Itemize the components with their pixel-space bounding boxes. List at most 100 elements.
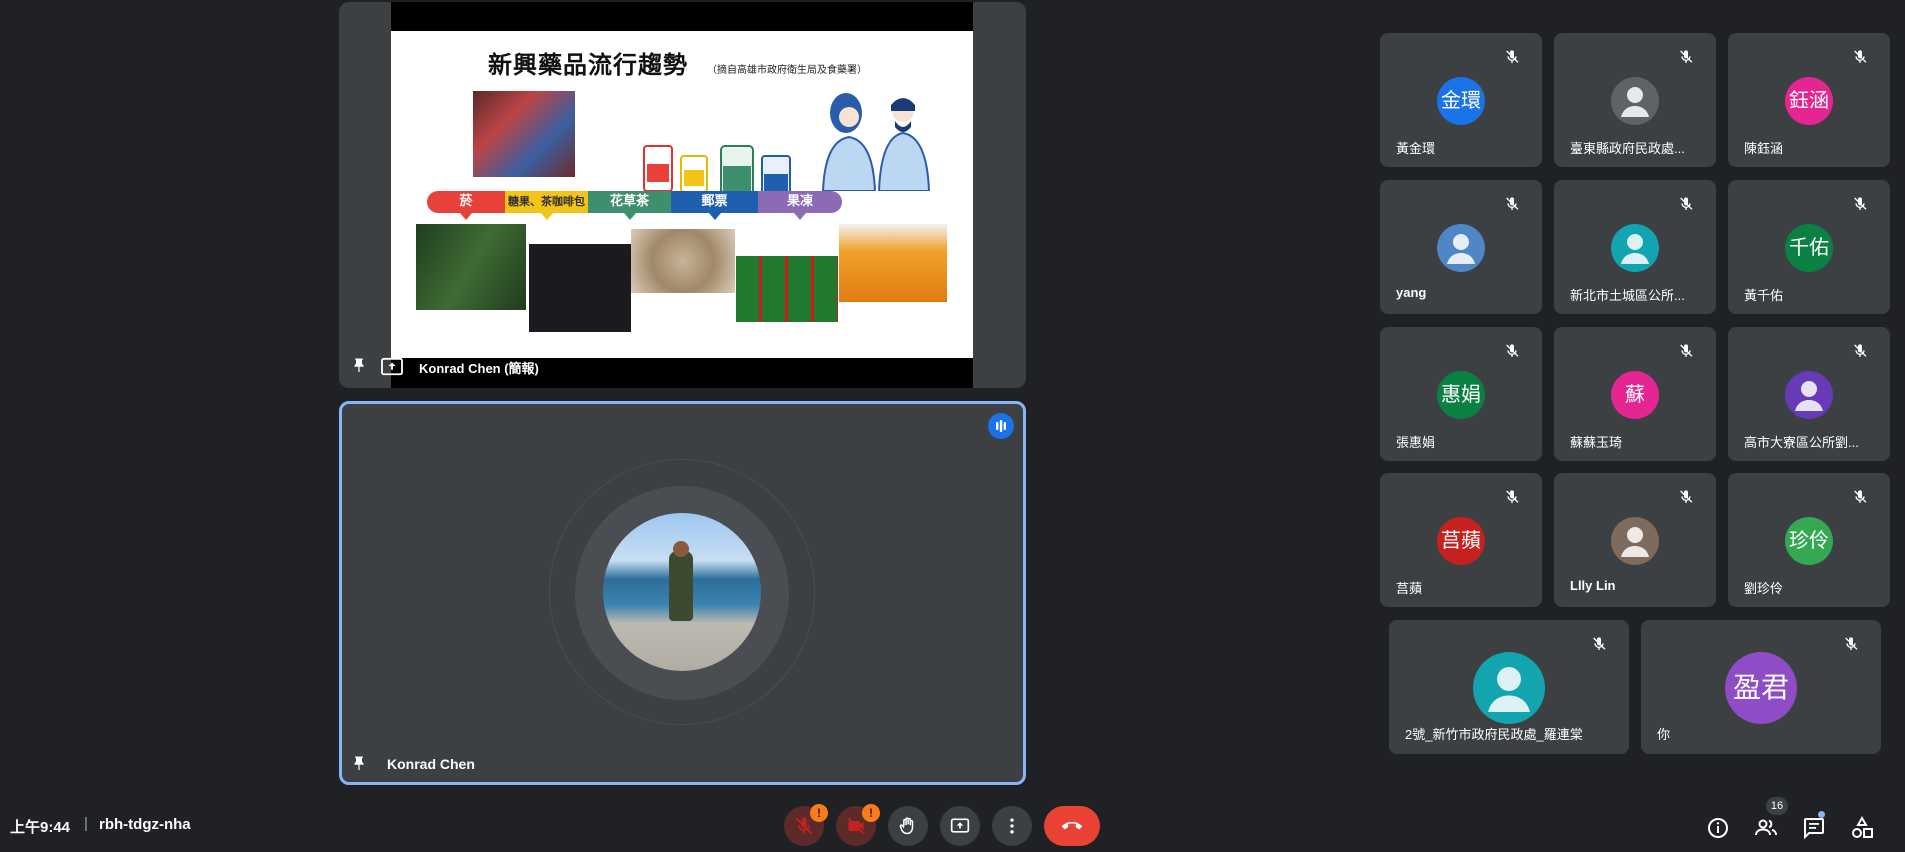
default-person-icon <box>1621 234 1649 264</box>
activities-icon[interactable] <box>1850 816 1874 840</box>
default-person-icon <box>1795 381 1823 411</box>
participant-name: 張惠娟 <box>1396 435 1436 450</box>
participant-name: 2號_新竹市政府民政處_羅連棠 <box>1405 727 1583 742</box>
participant-name: 黃千佑 <box>1744 288 1784 303</box>
participant-tile[interactable]: 高市大寮區公所劉... <box>1728 327 1890 461</box>
participant-avatar: 蘇 <box>1611 371 1659 419</box>
participant-avatar <box>1611 517 1659 565</box>
participant-tile[interactable]: 新北市土城區公所... <box>1554 180 1716 314</box>
meeting-code: rbh-tdgz-nha <box>99 816 191 833</box>
participant-avatar <box>1785 371 1833 419</box>
meeting-details-icon[interactable] <box>1706 816 1730 840</box>
category-label: 郵票 <box>671 191 758 213</box>
default-person-icon <box>1488 667 1530 712</box>
participant-name: 黃金環 <box>1396 141 1436 156</box>
mic-off-icon <box>1680 197 1693 210</box>
category-pointer <box>623 213 636 220</box>
speaker-name: Konrad Chen <box>387 756 475 772</box>
slide-subtitle: （摘自高雄市政府衛生局及食藥署） <box>707 65 867 76</box>
audio-indicator-icon <box>988 413 1014 439</box>
camera-warning-badge: ! <box>862 804 880 822</box>
jelly-image <box>839 224 947 302</box>
participant-avatar <box>1473 652 1545 724</box>
doctors-illustration <box>821 93 931 191</box>
participant-tile[interactable]: 金環黃金環 <box>1380 33 1542 167</box>
hand-icon <box>899 817 914 835</box>
participant-avatar <box>1611 77 1659 125</box>
candy-package-image <box>473 91 575 177</box>
more-vert-icon <box>1010 818 1014 834</box>
camera-off-icon <box>847 817 865 835</box>
participant-name: yang <box>1396 285 1427 300</box>
participant-tile[interactable]: 千佑黃千佑 <box>1728 180 1890 314</box>
mic-off-icon <box>1593 637 1606 650</box>
chat-icon[interactable] <box>1802 816 1826 840</box>
participant-tile[interactable]: 珍伶劉珍伶 <box>1728 473 1890 607</box>
leave-call-button[interactable] <box>1044 806 1100 846</box>
participant-name: 莒蘋 <box>1396 581 1423 596</box>
presentation-slide: 新興藥品流行趨勢 （摘自高雄市政府衛生局及食藥署） 菸糖果、茶咖啡包 花草茶 郵票果… <box>391 31 973 358</box>
people-icon[interactable] <box>1754 816 1778 840</box>
participant-avatar <box>1437 224 1485 272</box>
mic-off-icon <box>1506 50 1519 63</box>
present-screen-button[interactable] <box>940 806 980 846</box>
category-pointer <box>708 213 721 220</box>
participant-tile[interactable]: 莒蘋 莒蘋 <box>1380 473 1542 607</box>
category-pointer <box>540 213 553 220</box>
participant-avatar: 珍伶 <box>1785 517 1833 565</box>
participant-tile[interactable]: 鈺涵 陳鈺涵 <box>1728 33 1890 167</box>
participant-avatar: 千佑 <box>1785 224 1833 272</box>
participant-avatar: 莒蘋 <box>1437 517 1485 565</box>
participant-name: 蘇蘇玉琦 <box>1570 435 1623 450</box>
mic-off-icon <box>1854 50 1867 63</box>
more-options-button[interactable] <box>992 806 1032 846</box>
participant-name: 臺東縣政府民政處... <box>1570 141 1685 156</box>
mic-warning-badge: ! <box>810 804 828 822</box>
microphone-off-icon <box>795 817 813 835</box>
mic-off-icon <box>1845 637 1858 650</box>
call-end-icon <box>1062 821 1082 830</box>
category-pointer <box>794 213 806 220</box>
default-person-icon <box>1621 87 1649 117</box>
mic-off-icon <box>1680 490 1693 503</box>
cigarette-image <box>416 224 526 310</box>
participant-tile[interactable]: yang <box>1380 180 1542 314</box>
herbal-tea-image <box>631 229 735 293</box>
participant-tile[interactable]: 惠娟張惠娟 <box>1380 327 1542 461</box>
category-label: 果凍 <box>758 191 842 213</box>
meeting-time: 上午9:44 <box>10 819 71 836</box>
mic-off-icon <box>1506 197 1519 210</box>
default-person-icon <box>1621 527 1649 557</box>
participant-name: 你 <box>1657 727 1671 742</box>
pin-icon[interactable] <box>350 755 368 773</box>
mic-off-icon <box>1854 344 1867 357</box>
participant-avatar: 金環 <box>1437 77 1485 125</box>
participant-tile[interactable]: 臺東縣政府民政處... <box>1554 33 1716 167</box>
category-label: 糖果、茶咖啡包 <box>505 191 588 213</box>
default-person-icon <box>1447 234 1475 264</box>
participant-tile[interactable]: Llly Lin <box>1554 473 1716 607</box>
present-icon <box>950 818 970 833</box>
mic-off-icon <box>1854 490 1867 503</box>
coffee-pack-image <box>529 244 631 332</box>
participant-name: 陳鈺涵 <box>1744 141 1784 156</box>
participant-name: 劉珍伶 <box>1744 581 1784 596</box>
participant-name: 新北市土城區公所... <box>1570 288 1685 303</box>
participant-tile[interactable]: 盈君你 <box>1641 620 1881 754</box>
mic-off-icon <box>1854 197 1867 210</box>
participant-name: 高市大寮區公所劉... <box>1744 435 1859 450</box>
people-count-badge: 16 <box>1766 797 1788 815</box>
participant-tile[interactable]: 蘇蘇蘇玉琦 <box>1554 327 1716 461</box>
participant-avatar: 惠娟 <box>1437 371 1485 419</box>
participant-name: Llly Lin <box>1570 578 1616 593</box>
mic-off-icon <box>1680 344 1693 357</box>
category-label: 花草茶 <box>588 191 671 213</box>
raise-hand-button[interactable] <box>888 806 928 846</box>
mic-off-icon <box>1506 490 1519 503</box>
category-pointer <box>460 213 472 220</box>
participant-tile[interactable]: 2號_新竹市政府民政處_羅連棠 <box>1389 620 1629 754</box>
speaker-avatar <box>603 513 761 671</box>
pin-icon[interactable] <box>350 357 368 375</box>
participant-avatar <box>1611 224 1659 272</box>
mic-off-icon <box>1680 50 1693 63</box>
